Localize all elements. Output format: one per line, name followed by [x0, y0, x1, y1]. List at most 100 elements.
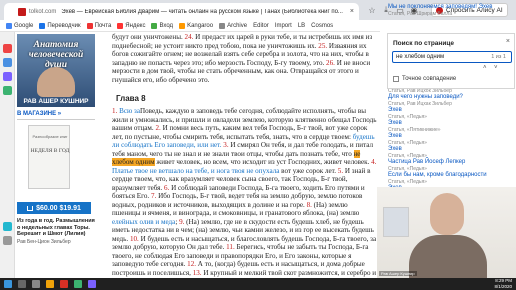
search-highlight: не хлебом одним [112, 149, 361, 166]
verse-number[interactable]: 13. [193, 269, 202, 277]
related-article-title[interactable]: Эхев [388, 133, 515, 140]
related-article-item[interactable]: ЭхевСтатья, «Педья» [388, 107, 515, 121]
verse-number[interactable]: 11. [226, 243, 235, 251]
verse-number[interactable]: 6. [164, 184, 169, 192]
app-icon-6[interactable] [3, 236, 12, 245]
related-article-title[interactable]: Эхев [388, 120, 515, 127]
price-label: $60.00 $19.91 [36, 204, 81, 212]
paragraph-ch8: 1. Всю заПоведь, каждую в заповедь тебе … [112, 107, 377, 277]
exact-match-option[interactable]: Точное совпадение [393, 76, 456, 82]
author-portrait-image [37, 67, 75, 97]
book-description[interactable]: Из года в год. Размышления о недельных г… [17, 218, 97, 238]
related-article-item[interactable]: Если бы нам, кроме благодарности Статья, … [388, 172, 515, 186]
browser-tab[interactable]: tolkot.com Эхев — Еврейская Библия Двари… [4, 3, 359, 20]
verse-number[interactable]: 5. [338, 167, 343, 175]
bookmark-lb[interactable]: LB [298, 23, 305, 29]
app-icon-2[interactable] [3, 58, 12, 67]
explorer-icon[interactable] [46, 280, 54, 288]
webcam-video-overlay: Рав Ашер Кушнир [377, 187, 516, 278]
bookmark-login[interactable]: Вход [151, 22, 173, 29]
archive-icon [219, 22, 226, 29]
bookmark-star-icon[interactable]: ☆ [366, 4, 378, 16]
related-article-title[interactable]: Эхев [388, 146, 515, 153]
app-icon-5[interactable] [3, 222, 12, 231]
related-article-title[interactable]: Эхев [388, 107, 515, 114]
find-next-icon[interactable]: ˅ [494, 65, 498, 71]
related-article-item[interactable]: Мы не поклоняемся заповедям! Эхев Статья,… [388, 4, 515, 18]
buy-button[interactable]: $60.00 $19.91 [17, 202, 91, 214]
find-match-count: 1 из 1 [491, 54, 506, 60]
find-prev-icon[interactable]: ˄ [483, 65, 487, 71]
book-advertisement[interactable]: Анатомия человеческой души РАВ АШЕР КУШН… [17, 34, 95, 107]
bookmark-yandex[interactable]: Яндекс [117, 22, 145, 29]
cart-icon [27, 205, 34, 211]
ad-title: Анатомия человеческой души [28, 40, 84, 70]
bookmark-cosmos[interactable]: Cosmos [311, 23, 333, 29]
app-icon-7[interactable] [74, 280, 82, 288]
screen: tolkot.com Эхев — Еврейская Библия Двари… [0, 0, 516, 290]
app-icon-1[interactable] [3, 44, 12, 53]
related-article-title[interactable]: Частица Рав Йосеф Лепкер [388, 159, 515, 166]
divider [17, 119, 95, 120]
find-close-icon[interactable]: × [506, 38, 510, 45]
verse-number[interactable]: 10. [130, 235, 139, 243]
bookmark-import[interactable]: Import [275, 23, 292, 29]
chapter-heading: Глава 8 [116, 94, 146, 103]
tab-url: tolkot.com [29, 8, 57, 15]
bookmark-google[interactable]: Google [6, 22, 33, 29]
bookmark-mail[interactable]: Почта [86, 22, 111, 29]
related-article-item[interactable]: Для чего нужны заповеди? Статья, Рав Ицха… [388, 94, 515, 108]
bookmark-kangaroo[interactable]: Kangaroo [179, 22, 213, 29]
mail-icon [86, 22, 93, 29]
related-article-title[interactable]: Мы не поклоняемся заповедям! Эхев [388, 4, 515, 11]
start-icon[interactable] [4, 280, 12, 288]
app-icon-4[interactable] [3, 86, 12, 95]
app-icon-3[interactable] [3, 72, 12, 81]
browser-icon[interactable] [60, 280, 68, 288]
verse-link[interactable]: Платье твое не ветшало на тебе, и нога т… [112, 167, 279, 175]
related-article-source: Статья, Рав Шрирам Балла [388, 11, 453, 17]
related-article-item[interactable]: Частица Рав Йосеф Лепкер Статья, «Педья» [388, 159, 515, 173]
verse-number[interactable]: 8. [307, 201, 312, 209]
related-article-item[interactable]: ЭхевСтатья, «Педья» [388, 146, 515, 160]
verse-number[interactable]: 26. [326, 59, 335, 67]
search-icon[interactable] [18, 280, 26, 288]
main-content: будут они уничтожены. 24. И предаст их ц… [112, 33, 377, 277]
in-store-link[interactable]: В МАГАЗИНЕ » [17, 111, 61, 117]
tab-close-icon[interactable]: × [350, 8, 354, 15]
task-view-icon[interactable] [32, 280, 40, 288]
book-cover-image[interactable]: Разнообразие книг НЕДЕЛЯ В ГОД [28, 125, 70, 189]
speaker-body-image [409, 235, 487, 278]
google-icon [6, 22, 12, 29]
verse-number[interactable]: 9. [179, 218, 184, 226]
bookmarks-bar: Google Переводчик Почта Яндекс Вход Kang… [0, 20, 380, 32]
related-article-title[interactable]: Для чего нужны заповеди? [388, 94, 515, 101]
cam-label: Рав Ашер Кушнир [379, 271, 417, 276]
bookmark-translator[interactable]: Переводчик [39, 22, 81, 29]
verse-number[interactable]: 24. [185, 33, 194, 41]
related-article-title[interactable]: Если бы нам, кроме благодарности [388, 172, 515, 179]
verse-link[interactable]: Всю за [119, 107, 140, 115]
kangaroo-icon [179, 22, 186, 29]
verse-number[interactable]: 2. [155, 124, 160, 132]
related-article-item[interactable]: ЭхевСтатья, «Педья» [388, 133, 515, 147]
ad-author: РАВ АШЕР КУШНИР [23, 98, 89, 105]
find-in-page-panel: Поиск по странице × не хлебом одним 1 из… [387, 33, 515, 89]
app-icon-8[interactable] [88, 280, 96, 288]
bookmark-archive[interactable]: Archive [219, 22, 247, 29]
verse-number[interactable]: 3. [223, 141, 228, 149]
bookmark-editor[interactable]: Editor [253, 23, 269, 29]
verse-number[interactable]: 25. [318, 42, 327, 50]
exact-match-checkbox[interactable] [393, 76, 399, 82]
verse-number[interactable]: 12. [187, 260, 196, 268]
tab-title: Эхев — Еврейская Библия Дварим — читать … [61, 8, 343, 15]
verse-number[interactable]: 4. [371, 158, 376, 166]
verse-number[interactable]: 1. [112, 107, 117, 115]
clock: 8:29 PM 8/1/2020 [494, 278, 512, 289]
background-window [383, 207, 409, 237]
verse-link[interactable]: елейных олив и меда [112, 218, 175, 226]
verse-number[interactable]: 7. [151, 192, 156, 200]
verse-link[interactable]: будешь ли соблюдать Его заповеди, или не… [112, 133, 375, 150]
related-article-item[interactable]: Эхев Статья, «Пятикнижие» [388, 120, 515, 134]
login-icon [151, 22, 158, 29]
